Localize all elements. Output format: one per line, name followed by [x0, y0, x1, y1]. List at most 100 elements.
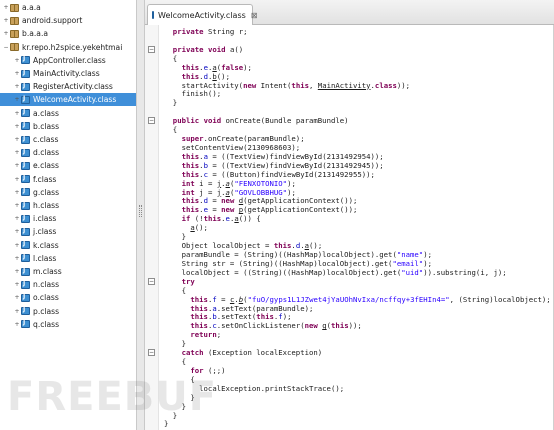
expand-icon[interactable]: +: [13, 123, 21, 130]
tree-item-class[interactable]: + a.class: [0, 107, 136, 120]
expand-icon[interactable]: +: [13, 321, 21, 328]
panel-splitter[interactable]: [137, 0, 145, 430]
package-icon: [10, 29, 19, 38]
expand-icon[interactable]: +: [13, 308, 21, 315]
expand-icon[interactable]: +: [13, 268, 21, 275]
splitter-grip-icon[interactable]: [139, 205, 142, 217]
code-token: (getApplicationContext());: [243, 205, 358, 215]
tree-item-label: c.class: [33, 135, 59, 144]
expand-icon[interactable]: +: [13, 242, 21, 249]
code-token: paramBundle = (String)((HashMap)localObj…: [164, 250, 397, 259]
editor-tab-bar: WelcomeActivity.class ⊠: [145, 0, 554, 25]
code-token: "name": [396, 250, 424, 259]
code-token: onCreate(Bundle paramBundle): [221, 116, 349, 126]
tree-item-class[interactable]: + f.class: [0, 173, 136, 186]
tree-item-class[interactable]: + k.class: [0, 239, 136, 252]
expand-icon[interactable]: +: [13, 83, 21, 90]
tree-item-class[interactable]: + l.class: [0, 252, 136, 265]
expand-icon[interactable]: +: [2, 30, 10, 37]
code-token: i =: [194, 178, 217, 188]
expand-icon[interactable]: +: [13, 255, 21, 262]
java-class-icon: [21, 267, 30, 276]
fold-collapse-icon[interactable]: −: [148, 277, 155, 285]
tab-welcomeactivity[interactable]: WelcomeActivity.class ⊠: [147, 4, 257, 25]
tree-item-label: h.class: [33, 201, 60, 210]
code-token: {: [164, 374, 195, 384]
tree-item-label: j.class: [33, 227, 57, 237]
tree-item-class[interactable]: + e.class: [0, 159, 136, 172]
fold-collapse-icon[interactable]: −: [148, 349, 155, 357]
code-token: =: [216, 294, 230, 304]
code-token: }: [164, 339, 186, 349]
expand-icon[interactable]: +: [2, 4, 10, 11]
code-token: this: [181, 205, 200, 215]
close-icon[interactable]: ⊠: [251, 11, 258, 20]
collapse-icon[interactable]: −: [2, 44, 10, 51]
expand-icon[interactable]: +: [13, 110, 21, 117]
tree-item-label: n.class: [33, 280, 60, 290]
tree-item-class[interactable]: + j.class: [0, 225, 136, 238]
code-token: this: [181, 169, 200, 179]
tree-item-label: a.a.a: [22, 3, 41, 12]
expand-icon[interactable]: +: [13, 70, 21, 77]
code-token: Object localObject =: [164, 241, 274, 251]
expand-icon[interactable]: +: [13, 202, 21, 209]
expand-icon[interactable]: +: [2, 17, 10, 24]
fold-collapse-icon[interactable]: −: [148, 117, 155, 125]
code-token: }: [164, 410, 178, 420]
code-token: this: [181, 151, 200, 161]
tree-item-class[interactable]: + b.class: [0, 120, 136, 133]
tree-item-class[interactable]: + m.class: [0, 265, 136, 278]
tree-item-class[interactable]: + q.class: [0, 318, 136, 331]
expand-icon[interactable]: +: [13, 294, 21, 301]
expand-icon[interactable]: +: [13, 176, 21, 183]
tree-item-class[interactable]: + g.class: [0, 186, 136, 199]
tree-item-class[interactable]: + h.class: [0, 199, 136, 212]
expand-icon[interactable]: +: [13, 189, 21, 196]
tree-item-class[interactable]: + WelcomeActivity.class: [0, 93, 136, 107]
code-token: this: [190, 321, 208, 331]
tree-item-label: q.class: [33, 319, 60, 329]
code-token: }: [164, 392, 195, 402]
expand-icon[interactable]: +: [13, 149, 21, 156]
expand-icon[interactable]: +: [13, 281, 21, 288]
expand-icon[interactable]: +: [13, 136, 21, 143]
expand-icon[interactable]: +: [13, 228, 21, 235]
tree-item-class[interactable]: + c.class: [0, 133, 136, 146]
tree-item-class[interactable]: + p.class: [0, 305, 136, 318]
expand-icon[interactable]: +: [13, 57, 21, 64]
tree-item-package[interactable]: − kr.repo.h2spice.yekehtmai: [0, 41, 136, 54]
java-class-icon: [21, 121, 30, 131]
tree-item-class[interactable]: + MainActivity.class: [0, 67, 136, 80]
tree-item-class[interactable]: + RegisterActivity.class: [0, 80, 136, 93]
java-class-icon: [21, 148, 30, 157]
fold-collapse-icon[interactable]: −: [148, 45, 155, 53]
code-area[interactable]: − − − − private String r; private void a() …: [145, 25, 554, 430]
expand-icon[interactable]: +: [13, 96, 21, 103]
expand-icon[interactable]: +: [13, 215, 21, 222]
tree-item-package[interactable]: + android.support: [0, 14, 136, 27]
tree-item-class[interactable]: + AppController.class: [0, 54, 136, 67]
tree-item-class[interactable]: + n.class: [0, 278, 136, 291]
code-token: this: [181, 160, 200, 170]
expand-icon[interactable]: +: [13, 162, 21, 169]
tree-item-package[interactable]: + a.a.a: [0, 1, 136, 14]
tree-item-class[interactable]: + i.class: [0, 212, 136, 225]
tree-item-label: b.a.a.a: [22, 29, 49, 39]
code-token: public: [172, 116, 200, 126]
code-token: localException.printStackTrace();: [164, 383, 345, 393]
tree-item-package[interactable]: + b.a.a.a: [0, 27, 136, 40]
tree-item-class[interactable]: + o.class: [0, 291, 136, 304]
code-token: {: [164, 285, 186, 295]
tree-item-class[interactable]: + d.class: [0, 146, 136, 159]
java-class-icon: [21, 293, 30, 302]
